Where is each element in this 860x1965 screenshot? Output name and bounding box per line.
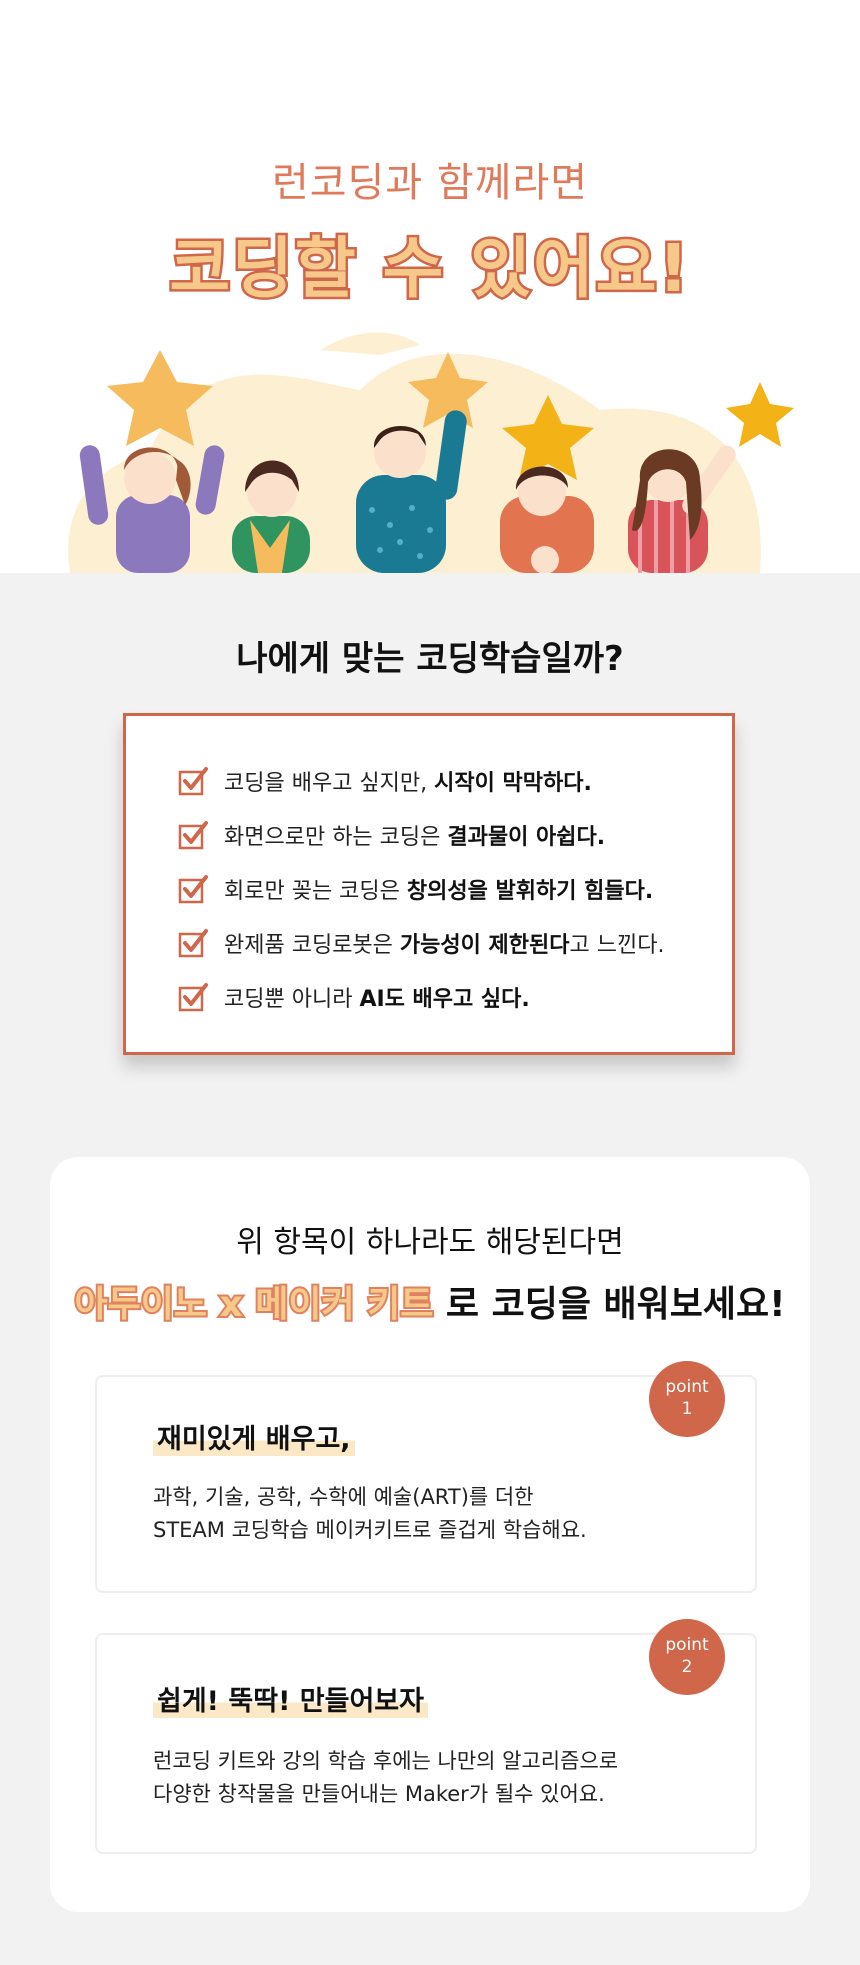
checklist-item: 회로만 꽂는 코딩은 창의성을 발휘하기 힘들다. [178, 862, 732, 916]
checklist-bold: 시작이 막막하다. [434, 771, 592, 796]
hero-subtitle: 런코딩과 함께라면 [271, 160, 589, 206]
point-card-1: point 1 재미있게 배우고, 과학, 기술, 공학, 수학에 예술(ART… [95, 1361, 757, 1593]
checkbox-checked-icon [178, 821, 208, 850]
checklist-bold: AI도 배우고 싶다. [359, 987, 530, 1012]
checklist-item: 화면으로만 하는 코딩은 결과물이 아쉽다. [178, 808, 732, 862]
headline-rest: 로 코딩을 배워보세요! [433, 1284, 786, 1325]
point-badge-word: point [665, 1635, 709, 1655]
point-heading: 재미있게 배우고, [153, 1417, 355, 1456]
checklist-bold: 결과물이 아쉽다. [447, 825, 606, 850]
checkbox-checked-icon [178, 875, 208, 904]
hero-title: 코딩할 수 있어요! [167, 228, 691, 310]
checklist-item: 코딩을 배우고 싶지만, 시작이 막막하다. [178, 754, 732, 808]
checklist-item: 코딩뿐 아니라 AI도 배우고 싶다. [178, 970, 732, 1024]
recommend-lead: 위 항목이 하나라도 해당된다면 [236, 1225, 624, 1260]
checklist-text: 코딩뿐 아니라 AI도 배우고 싶다. [224, 981, 530, 1013]
point-badge-number: 2 [681, 1657, 693, 1677]
point-description: 과학, 기술, 공학, 수학에 예술(ART)를 더한 STEAM 코딩학습 메… [153, 1485, 587, 1542]
checklist-bold: 가능성이 제한된다 [399, 933, 570, 958]
checklist-text: 완제품 코딩로봇은 가능성이 제한된다고 느낀다. [224, 927, 664, 959]
point-badge-number: 1 [681, 1399, 693, 1419]
checklist-item: 완제품 코딩로봇은 가능성이 제한된다고 느낀다. [178, 916, 732, 970]
checklist-plain: 회로만 꽂는 코딩은 [224, 879, 407, 904]
recommend-card: 위 항목이 하나라도 해당된다면 아두이노 x 메이커 키트 로 코딩을 배워보… [50, 1157, 810, 1912]
checklist-plain: 완제품 코딩로봇은 [224, 933, 400, 958]
checklist-title: 나에게 맞는 코딩학습일까? [236, 639, 624, 679]
checklist-tail: 고 느낀다. [569, 933, 665, 958]
checklist-box: 코딩을 배우고 싶지만, 시작이 막막하다. 화면으로만 하는 코딩은 결과물이 … [123, 713, 735, 1055]
point-badge-word: point [665, 1377, 709, 1397]
checklist-plain: 화면으로만 하는 코딩은 [224, 825, 448, 850]
kids-holding-stars-illustration [68, 332, 794, 573]
checklist-plain: 코딩을 배우고 싶지만, [224, 771, 435, 796]
checklist-text: 화면으로만 하는 코딩은 결과물이 아쉽다. [224, 819, 605, 851]
checklist-text: 코딩을 배우고 싶지만, 시작이 막막하다. [224, 765, 592, 797]
point-heading: 쉽게! 뚝딱! 만들어보자 [153, 1679, 428, 1718]
hero-section: 런코딩과 함께라면 코딩할 수 있어요! [0, 0, 860, 573]
brand-name: 아두이노 x 메이커 키트 [72, 1282, 435, 1327]
checklist-text: 회로만 꽂는 코딩은 창의성을 발휘하기 힘들다. [224, 873, 653, 905]
point-badge: point 2 [649, 1619, 725, 1695]
point-badge: point 1 [649, 1361, 725, 1437]
checklist-plain: 코딩뿐 아니라 [224, 987, 360, 1012]
point-card-2: point 2 쉽게! 뚝딱! 만들어보자 런코딩 키트와 강의 학습 후에는 … [95, 1619, 757, 1854]
checkbox-checked-icon [178, 929, 208, 958]
checkbox-checked-icon [178, 983, 208, 1012]
checkbox-checked-icon [178, 767, 208, 796]
checklist-bold: 창의성을 발휘하기 힘들다. [406, 879, 654, 904]
point-description: 런코딩 키트와 강의 학습 후에는 나만의 알고리즘으로 다양한 창작물을 만들… [153, 1749, 619, 1806]
recommend-headline: 아두이노 x 메이커 키트 로 코딩을 배워보세요! [50, 1275, 810, 1327]
